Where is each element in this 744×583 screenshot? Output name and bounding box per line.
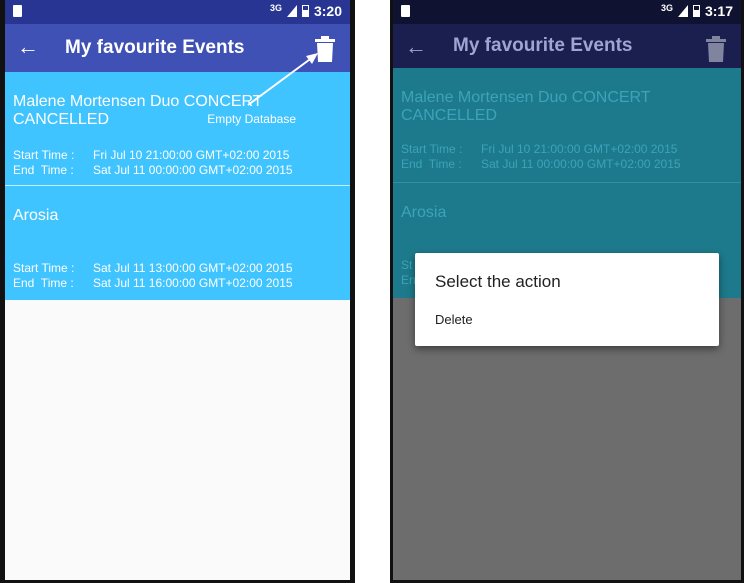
event-name: Arosia: [401, 204, 447, 221]
annotation-arrow: [247, 53, 318, 106]
status-time: 3:17: [704, 3, 733, 19]
start-time-label: Start Time :: [401, 142, 463, 156]
status-bar: 3G 3:17: [393, 0, 741, 24]
page-title: My favourite Events: [453, 35, 633, 56]
start-time-value: Fri Jul 10 21:00:00 GMT+02:00 2015: [481, 142, 678, 156]
trash-icon[interactable]: [705, 36, 727, 62]
app-bar: ← My favourite Events: [393, 24, 741, 68]
back-arrow-icon[interactable]: ←: [405, 35, 427, 59]
end-time-label: End Time :: [401, 157, 462, 171]
right-screen: 3G 3:17 ← My favourite Events Malene Mor…: [390, 0, 744, 583]
list-item[interactable]: Malene Mortensen Duo CONCERT CANCELLED S…: [393, 68, 741, 182]
battery-icon: [692, 5, 700, 17]
signal-icon: [677, 5, 688, 17]
dialog-title: Select the action: [435, 272, 561, 291]
signal-label: 3G: [660, 2, 673, 13]
event-name: Malene Mortensen Duo CONCERT CANCELLED: [401, 89, 651, 124]
sd-card-icon: [401, 5, 410, 17]
delete-option[interactable]: Delete: [435, 312, 473, 327]
left-screen: 3G 3:20 ← My favourite Events Malene Mor…: [0, 0, 355, 583]
end-time-value: Sat Jul 11 00:00:00 GMT+02:00 2015: [481, 157, 681, 171]
action-dialog: Select the action Delete: [415, 253, 719, 346]
